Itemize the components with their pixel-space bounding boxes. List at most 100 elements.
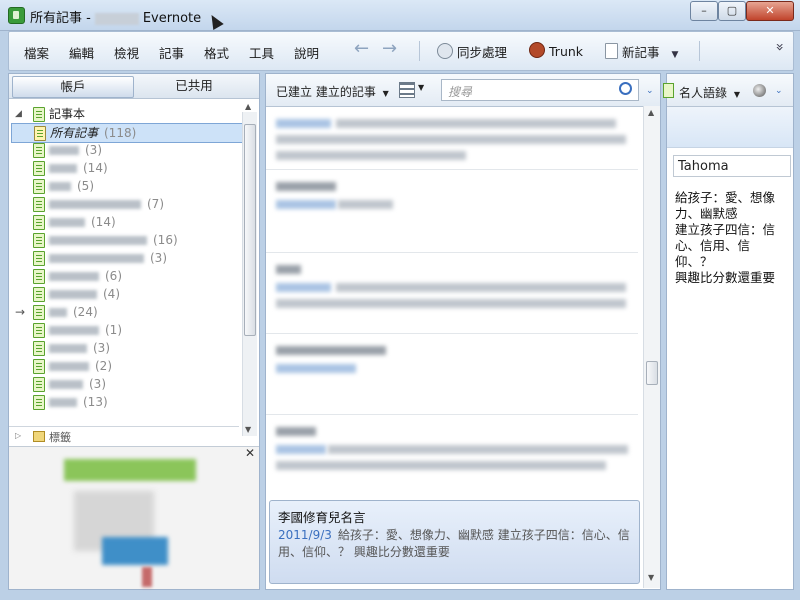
notebook-icon bbox=[33, 323, 45, 338]
notebook-icon bbox=[33, 269, 45, 284]
chevron-down-icon[interactable]: ⌄ bbox=[775, 86, 783, 96]
notebook-select[interactable]: 名人語錄 ▼ bbox=[679, 84, 740, 101]
notebook-count: (7) bbox=[147, 197, 164, 211]
notebook-icon bbox=[33, 143, 45, 158]
notebook-item[interactable]: (2) bbox=[9, 357, 241, 375]
menu-tools[interactable]: 工具 bbox=[249, 43, 274, 62]
note-list-item[interactable] bbox=[266, 334, 638, 415]
close-preview-icon[interactable]: ✕ bbox=[245, 446, 255, 460]
notebook-icon bbox=[33, 161, 45, 176]
notebook-item[interactable]: (14) bbox=[9, 159, 241, 177]
notebooks-header[interactable]: ◢ 記事本 bbox=[9, 105, 241, 123]
window-title-app: Evernote bbox=[142, 11, 202, 26]
notebook-item[interactable]: (7) bbox=[9, 195, 241, 213]
notebook-item[interactable]: (3) bbox=[9, 375, 241, 393]
sort-dropdown[interactable]: 已建立 建立的記事 ▼ bbox=[276, 83, 389, 100]
scroll-down-icon[interactable]: ▼ bbox=[245, 425, 251, 434]
chevron-down-icon: ▼ bbox=[733, 90, 740, 99]
back-arrow-icon[interactable]: ← bbox=[354, 38, 369, 59]
notebook-icon bbox=[33, 179, 45, 194]
notebook-count: (3) bbox=[150, 251, 167, 265]
notebook-item[interactable]: (5) bbox=[9, 177, 241, 195]
notebook-count: (14) bbox=[91, 215, 116, 229]
scroll-up-icon[interactable]: ▲ bbox=[245, 102, 251, 111]
notebook-item[interactable]: (3) bbox=[9, 339, 241, 357]
redacted-notebook-name bbox=[49, 380, 83, 389]
menu-help[interactable]: 說明 bbox=[294, 43, 319, 62]
collapse-triangle-icon[interactable]: ◢ bbox=[15, 105, 22, 123]
chevron-down-icon[interactable]: ▼ bbox=[672, 50, 679, 60]
notebook-item[interactable]: (4) bbox=[9, 285, 241, 303]
redacted-notebook-name bbox=[49, 236, 147, 245]
redacted-notebook-name bbox=[49, 218, 85, 227]
trunk-icon bbox=[529, 42, 545, 58]
note-list-item[interactable] bbox=[266, 253, 638, 334]
notebook-count: (3) bbox=[93, 341, 110, 355]
arrow-right-icon: → bbox=[15, 305, 26, 319]
tags-header-label: 標籤 bbox=[49, 431, 71, 444]
tab-shared[interactable]: 已共用 bbox=[134, 76, 254, 96]
evernote-app-icon[interactable] bbox=[8, 7, 25, 24]
notebook-count: (6) bbox=[105, 269, 122, 283]
search-icon[interactable] bbox=[619, 82, 632, 95]
view-mode-icon[interactable] bbox=[399, 82, 415, 98]
notebook-item[interactable]: (24) → bbox=[9, 303, 241, 321]
search-input[interactable]: 搜尋 bbox=[441, 79, 639, 101]
notebook-icon bbox=[33, 341, 45, 356]
scroll-down-icon[interactable]: ▼ bbox=[648, 573, 654, 582]
selected-note-item[interactable]: 李國修育兒名言 2011/9/3 給孩子：愛、想像力、幽默感 建立孩子四信：信心、… bbox=[269, 500, 640, 584]
redacted-notebook-name bbox=[49, 254, 144, 263]
font-select[interactable]: Tahoma bbox=[673, 155, 791, 177]
scroll-up-icon[interactable]: ▲ bbox=[648, 108, 654, 117]
note-list-scrollbar[interactable]: ▲ ▼ bbox=[643, 106, 660, 588]
sync-button[interactable]: 同步處理 bbox=[437, 42, 507, 61]
all-notes-item[interactable]: 所有記事 (118) bbox=[11, 123, 243, 143]
expand-triangle-icon[interactable]: ▷ bbox=[15, 431, 21, 440]
redacted-notebook-name bbox=[49, 272, 99, 281]
redacted-notebook-name bbox=[49, 290, 97, 299]
minimize-button[interactable]: – bbox=[690, 1, 718, 21]
notebook-item[interactable]: (13) bbox=[9, 393, 241, 411]
notebook-icon bbox=[33, 197, 45, 212]
menu-file[interactable]: 檔案 bbox=[24, 43, 49, 62]
menu-view[interactable]: 檢視 bbox=[114, 43, 139, 62]
chevron-down-icon[interactable]: ▼ bbox=[418, 83, 424, 92]
blurred-preview-thumbnail bbox=[64, 459, 196, 589]
menu-note[interactable]: 記事 bbox=[159, 43, 184, 62]
toolbar-divider bbox=[419, 41, 420, 61]
redacted-account-name bbox=[94, 12, 139, 25]
toolbar-overflow-icon[interactable]: » bbox=[771, 43, 787, 52]
tags-header[interactable]: ▷ 標籤 bbox=[9, 426, 239, 445]
notebook-count: (1) bbox=[105, 323, 122, 337]
tab-account[interactable]: 帳戶 bbox=[12, 76, 134, 98]
redacted-notebook-name bbox=[49, 200, 141, 209]
sidebar-scroll-thumb[interactable] bbox=[244, 124, 256, 336]
note-list-item[interactable] bbox=[266, 170, 638, 253]
menu-edit[interactable]: 編輯 bbox=[69, 43, 94, 62]
note-list-item[interactable] bbox=[266, 107, 638, 170]
note-content[interactable]: 給孩子：愛、想像力、幽默感 建立孩子四信：信心、信用、信仰、？ 興趣比分數還重要 bbox=[675, 190, 787, 286]
all-notes-icon bbox=[34, 126, 46, 141]
forward-arrow-icon[interactable]: → bbox=[382, 38, 397, 59]
globe-icon[interactable] bbox=[753, 84, 766, 97]
notebook-item[interactable]: (3) bbox=[9, 141, 241, 159]
notebook-item[interactable]: (14) bbox=[9, 213, 241, 231]
note-list-scroll-thumb[interactable] bbox=[646, 361, 658, 385]
menu-format[interactable]: 格式 bbox=[204, 43, 229, 62]
all-notes-count: (118) bbox=[104, 126, 137, 140]
trunk-button[interactable]: Trunk bbox=[529, 42, 583, 59]
notebook-count: (3) bbox=[85, 143, 102, 157]
close-button[interactable]: ✕ bbox=[746, 1, 794, 21]
notebook-count: (13) bbox=[83, 395, 108, 409]
tag-icon bbox=[33, 431, 45, 442]
new-note-button[interactable]: 新記事 ▼ bbox=[605, 42, 678, 61]
notebook-item[interactable]: (3) bbox=[9, 249, 241, 267]
notebook-icon bbox=[33, 287, 45, 302]
notebook-item[interactable]: (6) bbox=[9, 267, 241, 285]
notebook-item[interactable]: (1) bbox=[9, 321, 241, 339]
chevron-down-icon[interactable]: ⌄ bbox=[646, 86, 654, 96]
note-list-item[interactable] bbox=[266, 415, 638, 495]
maximize-button[interactable]: ▢ bbox=[718, 1, 746, 21]
notebook-count: (3) bbox=[89, 377, 106, 391]
notebook-item[interactable]: (16) bbox=[9, 231, 241, 249]
